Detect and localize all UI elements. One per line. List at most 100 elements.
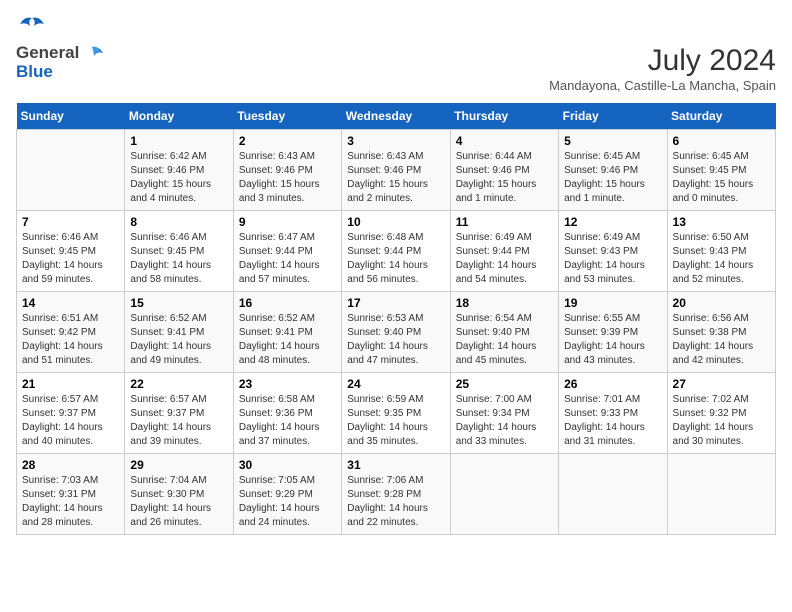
title-area: July 2024 Mandayona, Castille-La Mancha,… (549, 44, 776, 93)
day-number: 24 (347, 377, 444, 391)
day-number: 8 (130, 215, 227, 229)
day-number: 18 (456, 296, 553, 310)
day-number: 14 (22, 296, 119, 310)
calendar-table: SundayMondayTuesdayWednesdayThursdayFrid… (16, 103, 776, 535)
day-info: Sunrise: 6:50 AM Sunset: 9:43 PM Dayligh… (673, 231, 770, 287)
day-number: 31 (347, 458, 444, 472)
day-number: 3 (347, 134, 444, 148)
day-info: Sunrise: 6:47 AM Sunset: 9:44 PM Dayligh… (239, 231, 336, 287)
day-info: Sunrise: 6:58 AM Sunset: 9:36 PM Dayligh… (239, 393, 336, 449)
weekday-friday: Friday (559, 103, 667, 130)
week-row-1: 1 Sunrise: 6:42 AM Sunset: 9:46 PM Daylig… (17, 130, 776, 211)
week-row-5: 28 Sunrise: 7:03 AM Sunset: 9:31 PM Dayli… (17, 454, 776, 535)
day-info: Sunrise: 6:52 AM Sunset: 9:41 PM Dayligh… (239, 312, 336, 368)
day-number: 17 (347, 296, 444, 310)
calendar-cell-w3-d4: 18 Sunrise: 6:54 AM Sunset: 9:40 PM Dayli… (450, 292, 558, 373)
calendar-cell-w4-d6: 27 Sunrise: 7:02 AM Sunset: 9:32 PM Dayli… (667, 373, 775, 454)
calendar-cell-w1-d4: 4Sunrise: 6:44 AM Sunset: 9:46 PM Daylig… (450, 130, 558, 211)
day-info: Sunrise: 6:53 AM Sunset: 9:40 PM Dayligh… (347, 312, 444, 368)
week-row-2: 7 Sunrise: 6:46 AM Sunset: 9:45 PM Daylig… (17, 211, 776, 292)
day-number: 15 (130, 296, 227, 310)
day-number: 7 (22, 215, 119, 229)
day-info: Sunrise: 7:03 AM Sunset: 9:31 PM Dayligh… (22, 474, 119, 530)
day-info: Sunrise: 6:42 AM Sunset: 9:46 PM Dayligh… (130, 150, 227, 206)
day-info: Sunrise: 7:04 AM Sunset: 9:30 PM Dayligh… (130, 474, 227, 530)
weekday-tuesday: Tuesday (233, 103, 341, 130)
day-info: Sunrise: 6:46 AM Sunset: 9:45 PM Dayligh… (130, 231, 227, 287)
day-number: 29 (130, 458, 227, 472)
calendar-cell-w4-d0: 21 Sunrise: 6:57 AM Sunset: 9:37 PM Dayli… (17, 373, 125, 454)
day-info: Sunrise: 6:54 AM Sunset: 9:40 PM Dayligh… (456, 312, 553, 368)
logo-general-text: General (16, 44, 79, 63)
calendar-cell-w5-d1: 29 Sunrise: 7:04 AM Sunset: 9:30 PM Dayli… (125, 454, 233, 535)
week-row-3: 14 Sunrise: 6:51 AM Sunset: 9:42 PM Dayli… (17, 292, 776, 373)
calendar-cell-w3-d0: 14 Sunrise: 6:51 AM Sunset: 9:42 PM Dayli… (17, 292, 125, 373)
calendar-cell-w2-d4: 11 Sunrise: 6:49 AM Sunset: 9:44 PM Dayli… (450, 211, 558, 292)
day-info: Sunrise: 6:57 AM Sunset: 9:37 PM Dayligh… (22, 393, 119, 449)
day-info: Sunrise: 7:02 AM Sunset: 9:32 PM Dayligh… (673, 393, 770, 449)
day-info: Sunrise: 6:59 AM Sunset: 9:35 PM Dayligh… (347, 393, 444, 449)
day-number: 26 (564, 377, 661, 391)
day-number: 28 (22, 458, 119, 472)
day-info: Sunrise: 7:01 AM Sunset: 9:33 PM Dayligh… (564, 393, 661, 449)
calendar-cell-w1-d0 (17, 130, 125, 211)
day-info: Sunrise: 7:00 AM Sunset: 9:34 PM Dayligh… (456, 393, 553, 449)
real-header: General Blue July 2024 Mandayona, Castil… (16, 44, 776, 93)
calendar-cell-w3-d5: 19 Sunrise: 6:55 AM Sunset: 9:39 PM Dayli… (559, 292, 667, 373)
calendar-cell-w2-d0: 7 Sunrise: 6:46 AM Sunset: 9:45 PM Daylig… (17, 211, 125, 292)
day-number: 2 (239, 134, 336, 148)
weekday-saturday: Saturday (667, 103, 775, 130)
calendar-cell-w2-d6: 13 Sunrise: 6:50 AM Sunset: 9:43 PM Dayli… (667, 211, 775, 292)
calendar-cell-w5-d5 (559, 454, 667, 535)
logo-blue-text: Blue (16, 63, 79, 82)
day-number: 30 (239, 458, 336, 472)
day-number: 23 (239, 377, 336, 391)
day-number: 11 (456, 215, 553, 229)
logo-bird-icon2 (79, 46, 105, 68)
day-info: Sunrise: 6:49 AM Sunset: 9:44 PM Dayligh… (456, 231, 553, 287)
day-info: Sunrise: 6:49 AM Sunset: 9:43 PM Dayligh… (564, 231, 661, 287)
day-number: 10 (347, 215, 444, 229)
logo-bird-icon (18, 16, 46, 38)
calendar-cell-w1-d2: 2Sunrise: 6:43 AM Sunset: 9:46 PM Daylig… (233, 130, 341, 211)
day-number: 25 (456, 377, 553, 391)
day-number: 1 (130, 134, 227, 148)
real-logo: General Blue (16, 44, 105, 81)
day-info: Sunrise: 6:52 AM Sunset: 9:41 PM Dayligh… (130, 312, 227, 368)
calendar-cell-w4-d3: 24 Sunrise: 6:59 AM Sunset: 9:35 PM Dayli… (342, 373, 450, 454)
week-row-4: 21 Sunrise: 6:57 AM Sunset: 9:37 PM Dayli… (17, 373, 776, 454)
calendar-cell-w3-d3: 17 Sunrise: 6:53 AM Sunset: 9:40 PM Dayli… (342, 292, 450, 373)
day-number: 21 (22, 377, 119, 391)
logo-words: General Blue (16, 44, 79, 81)
calendar-cell-w2-d5: 12Sunrise: 6:49 AM Sunset: 9:43 PM Dayli… (559, 211, 667, 292)
calendar-cell-w4-d5: 26 Sunrise: 7:01 AM Sunset: 9:33 PM Dayli… (559, 373, 667, 454)
page-main-title: July 2024 (549, 44, 776, 78)
calendar-cell-w1-d3: 3Sunrise: 6:43 AM Sunset: 9:46 PM Daylig… (342, 130, 450, 211)
day-number: 13 (673, 215, 770, 229)
weekday-wednesday: Wednesday (342, 103, 450, 130)
day-number: 19 (564, 296, 661, 310)
page-subtitle: Mandayona, Castille-La Mancha, Spain (549, 78, 776, 93)
day-info: Sunrise: 6:51 AM Sunset: 9:42 PM Dayligh… (22, 312, 119, 368)
calendar-cell-w2-d2: 9 Sunrise: 6:47 AM Sunset: 9:44 PM Daylig… (233, 211, 341, 292)
calendar-cell-w4-d1: 22 Sunrise: 6:57 AM Sunset: 9:37 PM Dayli… (125, 373, 233, 454)
calendar-cell-w5-d0: 28 Sunrise: 7:03 AM Sunset: 9:31 PM Dayli… (17, 454, 125, 535)
calendar-cell-w3-d6: 20Sunrise: 6:56 AM Sunset: 9:38 PM Dayli… (667, 292, 775, 373)
calendar-cell-w3-d2: 16Sunrise: 6:52 AM Sunset: 9:41 PM Dayli… (233, 292, 341, 373)
day-info: Sunrise: 6:45 AM Sunset: 9:46 PM Dayligh… (564, 150, 661, 206)
day-info: Sunrise: 6:55 AM Sunset: 9:39 PM Dayligh… (564, 312, 661, 368)
day-info: Sunrise: 6:57 AM Sunset: 9:37 PM Dayligh… (130, 393, 227, 449)
day-number: 9 (239, 215, 336, 229)
day-info: Sunrise: 7:06 AM Sunset: 9:28 PM Dayligh… (347, 474, 444, 530)
day-info: Sunrise: 6:45 AM Sunset: 9:45 PM Dayligh… (673, 150, 770, 206)
day-info: Sunrise: 6:46 AM Sunset: 9:45 PM Dayligh… (22, 231, 119, 287)
day-number: 6 (673, 134, 770, 148)
calendar-cell-w5-d2: 30Sunrise: 7:05 AM Sunset: 9:29 PM Dayli… (233, 454, 341, 535)
weekday-monday: Monday (125, 103, 233, 130)
calendar-cell-w3-d1: 15 Sunrise: 6:52 AM Sunset: 9:41 PM Dayli… (125, 292, 233, 373)
day-number: 22 (130, 377, 227, 391)
calendar-cell-w2-d1: 8 Sunrise: 6:46 AM Sunset: 9:45 PM Daylig… (125, 211, 233, 292)
calendar-cell-w4-d2: 23 Sunrise: 6:58 AM Sunset: 9:36 PM Dayli… (233, 373, 341, 454)
day-number: 27 (673, 377, 770, 391)
day-number: 4 (456, 134, 553, 148)
